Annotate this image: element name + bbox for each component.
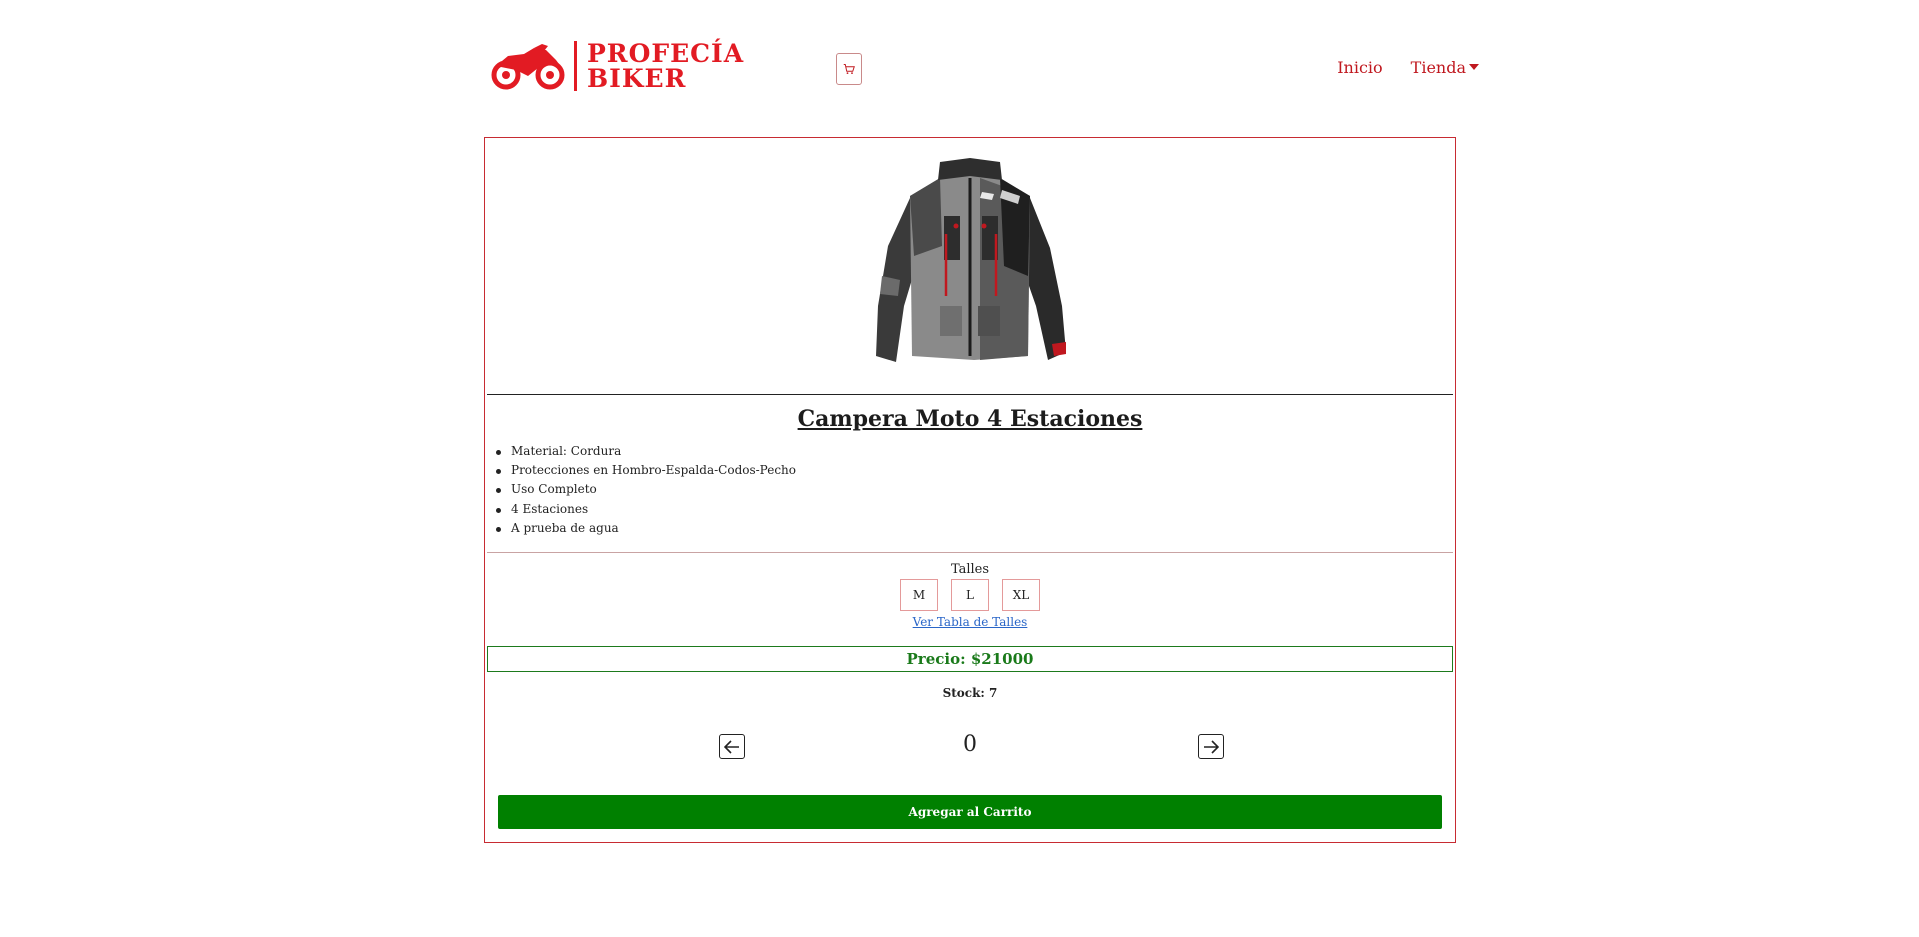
sizes-label: Talles [950, 562, 990, 577]
nav-item-inicio[interactable]: Inicio [1337, 58, 1382, 77]
product-image-area [485, 138, 1455, 394]
size-button-l[interactable]: L [951, 579, 989, 611]
list-item: 4 Estaciones [496, 500, 796, 519]
motorcycle-logo-icon [491, 44, 565, 90]
size-table-link[interactable]: Ver Tabla de Talles [913, 615, 1028, 629]
quantity-stepper: 0 [485, 732, 1455, 762]
jacket-image [876, 158, 1066, 362]
add-to-cart-button[interactable]: Agregar al Carrito [498, 795, 1442, 829]
increase-quantity-button[interactable] [1198, 734, 1224, 759]
size-table-link-wrap: Ver Tabla de Talles [485, 615, 1455, 629]
size-button-m[interactable]: M [900, 579, 938, 611]
list-item: Uso Completo [496, 480, 796, 499]
cart-button[interactable] [836, 53, 862, 85]
brand-logo[interactable]: PROFECÍA BIKER [490, 38, 758, 94]
feature-list: Material: Cordura Protecciones en Hombro… [496, 442, 796, 538]
list-item: A prueba de agua [496, 519, 796, 538]
nav-item-tienda-dropdown[interactable]: Tienda [1411, 58, 1479, 77]
arrow-right-icon [1204, 739, 1219, 754]
quantity-value: 0 [963, 732, 977, 757]
list-item: Protecciones en Hombro-Espalda-Codos-Pec… [496, 461, 796, 480]
caret-down-icon [1469, 64, 1479, 70]
section-divider [487, 552, 1453, 553]
main-nav: Inicio Tienda [1337, 58, 1479, 77]
stock-label: Stock: 7 [942, 686, 998, 700]
cart-icon [843, 64, 855, 75]
size-selector: M L XL [485, 579, 1455, 611]
site-header: PROFECÍA BIKER Inicio Tienda [0, 0, 1919, 130]
nav-item-tienda-label: Tienda [1410, 58, 1466, 77]
brand-line-2: BIKER [587, 64, 687, 93]
price-label: Precio: $21000 [487, 646, 1453, 672]
product-card: Campera Moto 4 Estaciones Material: Cord… [484, 137, 1456, 843]
image-divider [487, 394, 1453, 395]
brand-name: PROFECÍA BIKER [574, 41, 744, 91]
product-title: Campera Moto 4 Estaciones [797, 406, 1143, 432]
list-item: Material: Cordura [496, 442, 796, 461]
brand-line-1: PROFECÍA [587, 39, 745, 68]
size-button-xl[interactable]: XL [1002, 579, 1040, 611]
